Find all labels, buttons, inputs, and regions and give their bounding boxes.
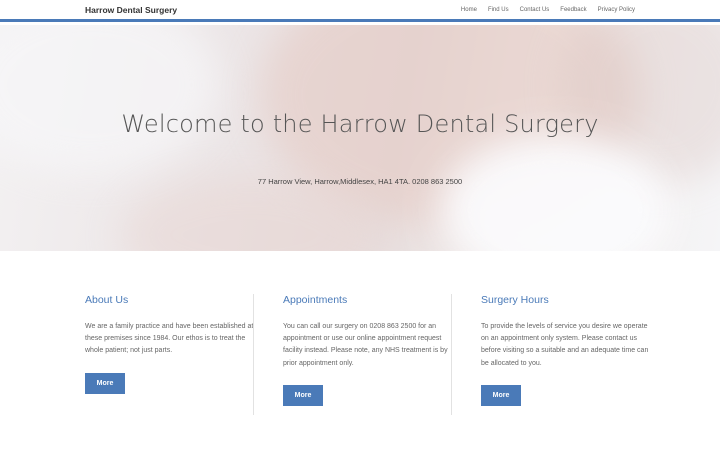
- section-heading: About Us: [85, 294, 129, 306]
- hero-banner: Welcome to the Harrow Dental Surgery 77 …: [0, 25, 720, 251]
- about-us-section: About Us We are a family practice and ha…: [85, 294, 255, 394]
- appointments-section: Appointments You can call our surgery on…: [283, 294, 453, 406]
- appointments-more-button[interactable]: More: [283, 384, 323, 406]
- section-heading: Surgery Hours: [481, 294, 549, 306]
- top-navbar: Harrow Dental Surgery Home Find Us Conta…: [0, 0, 720, 22]
- section-heading: Appointments: [283, 294, 348, 306]
- hero-address: 77 Harrow View, Harrow,Middlesex, HA1 4T…: [257, 177, 463, 186]
- column-divider: [253, 294, 254, 415]
- nav-home-link[interactable]: Home: [461, 7, 477, 13]
- hero-title: Welcome to the Harrow Dental Surgery: [121, 110, 599, 138]
- section-text: To provide the levels of service you des…: [481, 323, 649, 367]
- hero-background-blur: [0, 25, 220, 175]
- surgery-hours-section: Surgery Hours To provide the levels of s…: [481, 294, 651, 406]
- section-text: We are a family practice and have been e…: [85, 323, 254, 355]
- about-us-more-button[interactable]: More: [85, 372, 125, 394]
- site-brand[interactable]: Harrow Dental Surgery: [85, 5, 177, 15]
- nav-contact-us-link[interactable]: Contact Us: [520, 7, 550, 13]
- surgery-hours-more-button[interactable]: More: [481, 384, 521, 406]
- nav-find-us-link[interactable]: Find Us: [488, 7, 509, 13]
- nav-links: Home Find Us Contact Us Feedback Privacy…: [461, 7, 635, 13]
- section-text: You can call our surgery on 0208 863 250…: [283, 323, 448, 367]
- nav-privacy-policy-link[interactable]: Privacy Policy: [598, 7, 635, 13]
- column-divider: [451, 294, 452, 415]
- nav-feedback-link[interactable]: Feedback: [560, 7, 586, 13]
